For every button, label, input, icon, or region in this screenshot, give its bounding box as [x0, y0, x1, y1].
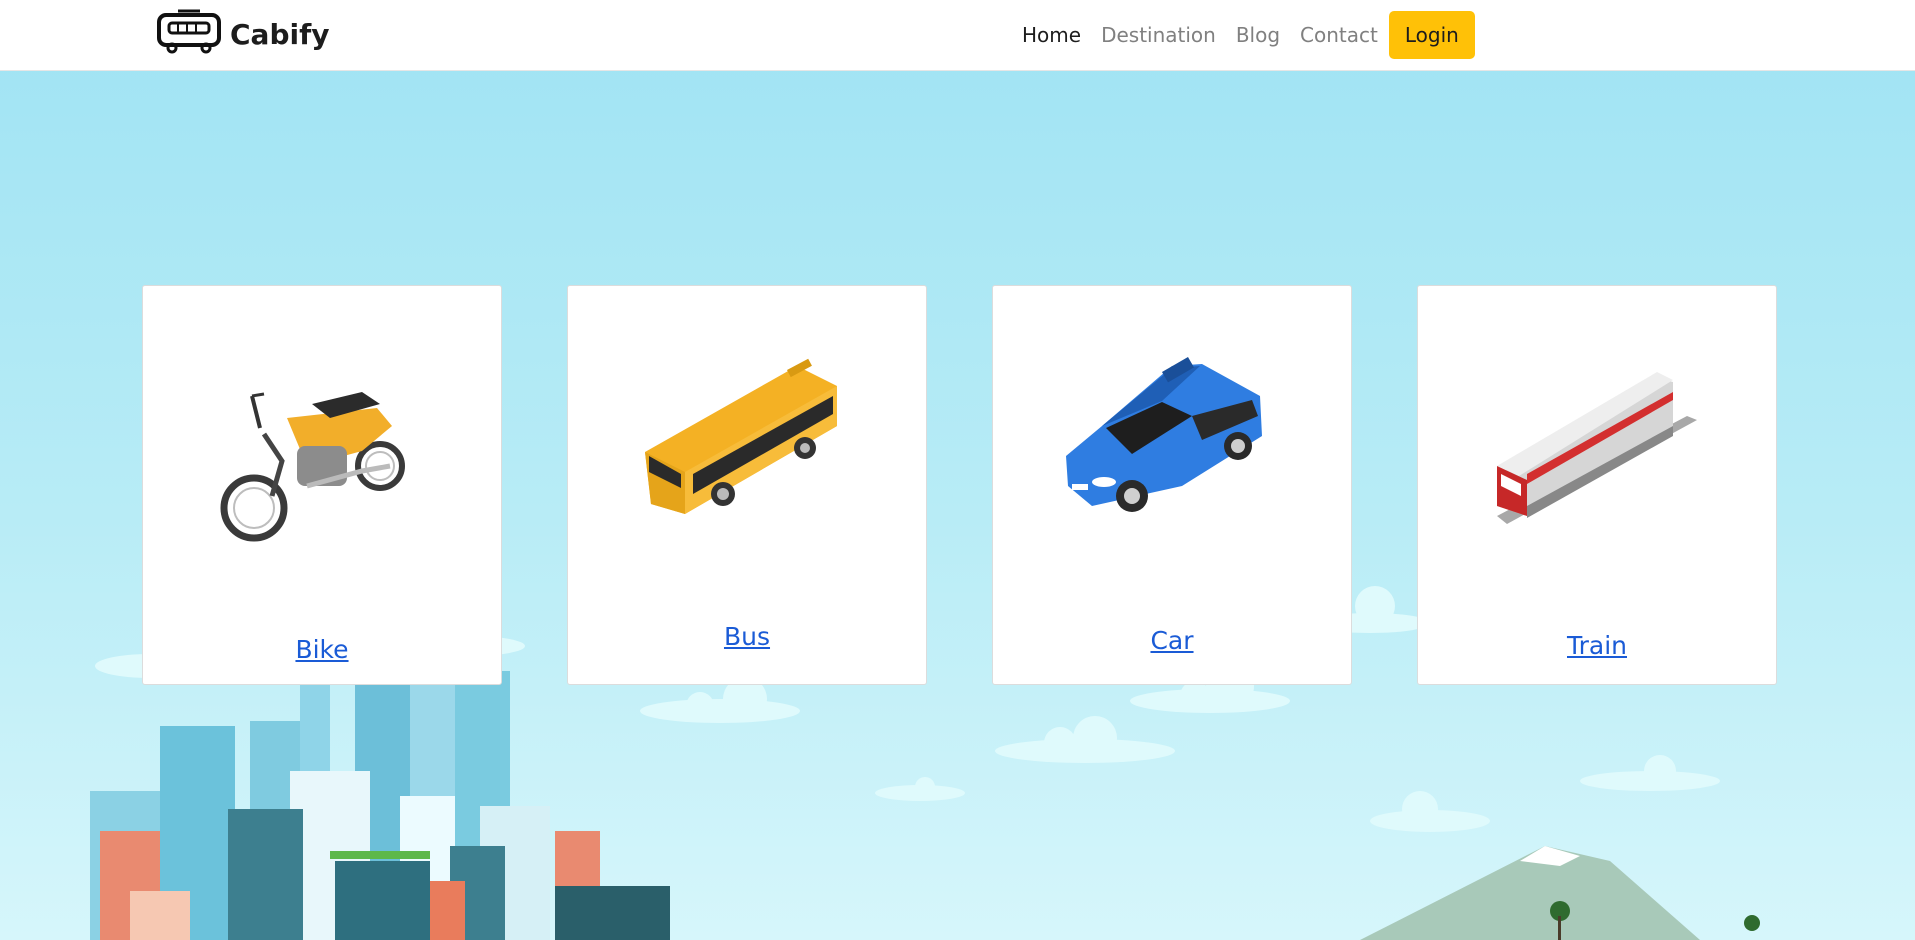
vehicle-link-bus[interactable]: Bus: [568, 622, 926, 651]
nav-menu: Home Destination Blog Contact Login: [1012, 10, 1475, 60]
vehicle-card-bus[interactable]: Bus: [567, 285, 927, 685]
bus-icon: [637, 356, 857, 580]
nav-contact[interactable]: Contact: [1290, 10, 1388, 60]
brand-name: Cabify: [230, 17, 330, 51]
motorcycle-icon: [212, 356, 432, 580]
nav-home[interactable]: Home: [1012, 10, 1091, 60]
vehicle-link-train[interactable]: Train: [1418, 631, 1776, 660]
bus-logo-icon: [156, 9, 222, 59]
login-button[interactable]: Login: [1388, 11, 1475, 59]
vehicle-card-car[interactable]: Car: [992, 285, 1352, 685]
car-icon: [1062, 356, 1282, 580]
vehicle-link-bike[interactable]: Bike: [143, 635, 501, 664]
nav-destination[interactable]: Destination: [1091, 10, 1226, 60]
vehicle-card-train[interactable]: Train: [1417, 285, 1777, 685]
vehicle-link-car[interactable]: Car: [993, 626, 1351, 655]
nav-blog[interactable]: Blog: [1226, 10, 1290, 60]
train-icon: [1487, 356, 1707, 580]
hero-background: Bike Bus Car Train: [0, 71, 1915, 940]
vehicle-card-bike[interactable]: Bike: [142, 285, 502, 685]
navbar: Cabify Home Destination Blog Contact Log…: [0, 0, 1915, 71]
brand[interactable]: Cabify: [156, 9, 330, 59]
